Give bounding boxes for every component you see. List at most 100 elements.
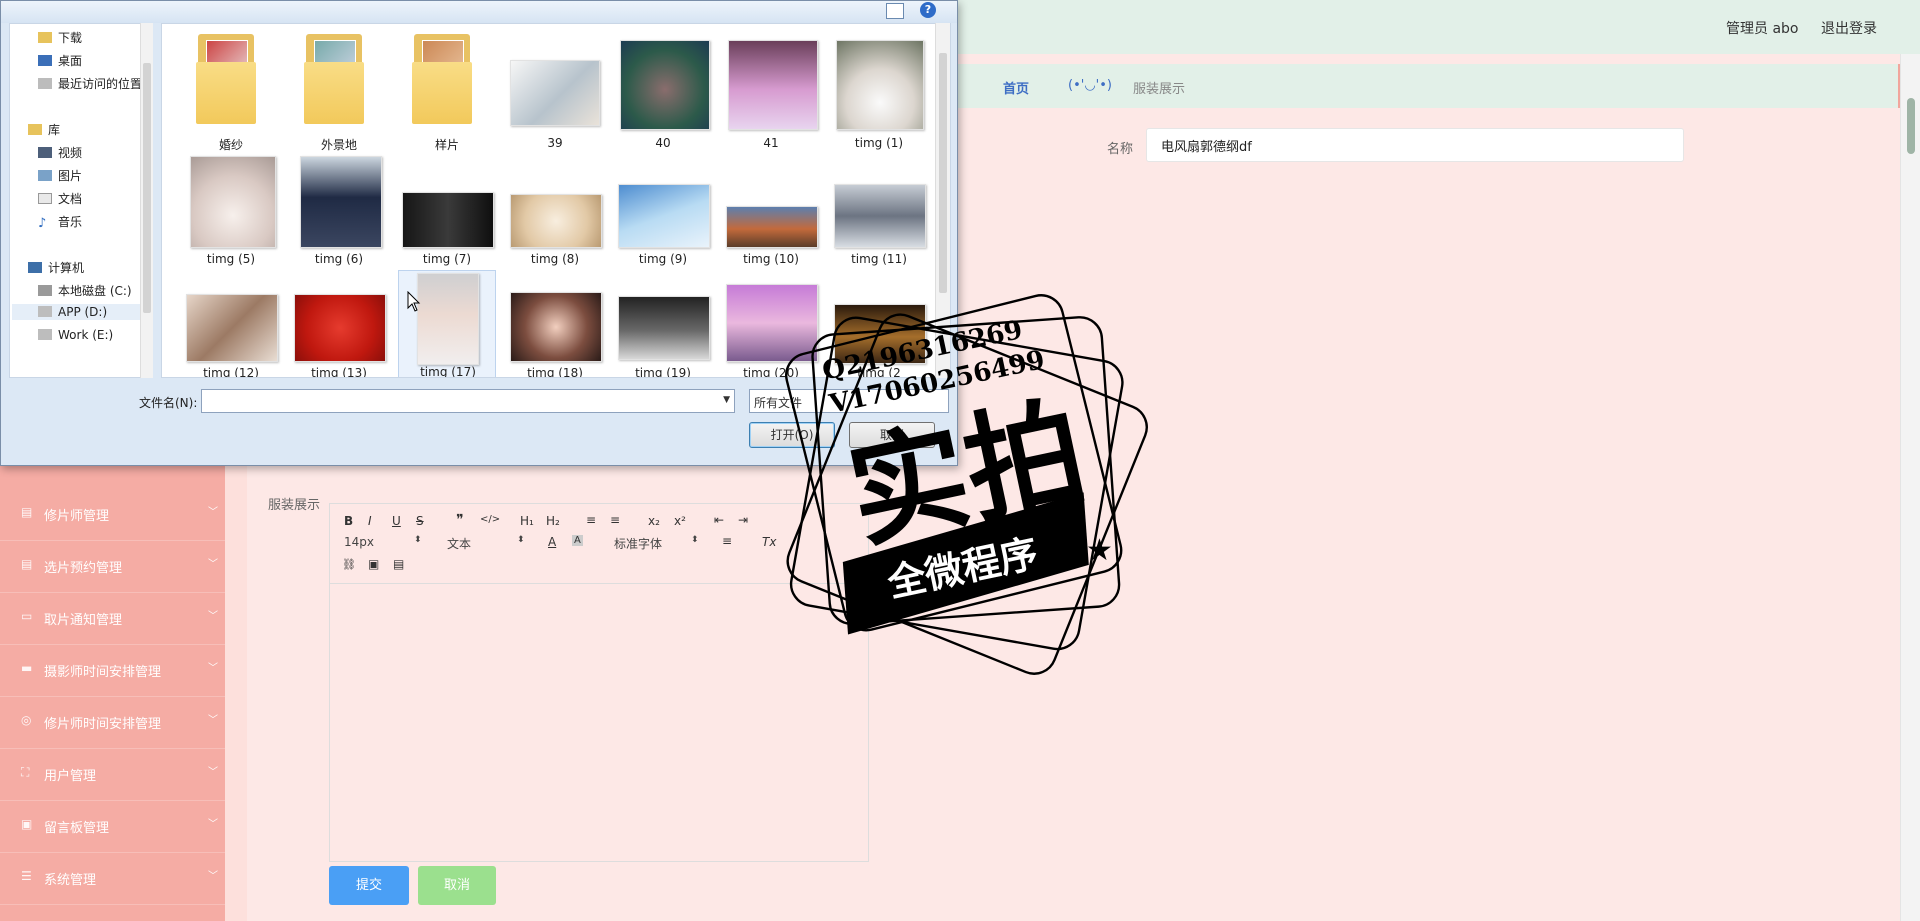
filename-input[interactable]: ▼ [201, 389, 735, 413]
file-image-timg-18[interactable]: timg (18) [506, 270, 604, 377]
file-folder-wedding[interactable]: 婚纱 [182, 30, 280, 152]
nav-pictures[interactable]: 图片 [38, 167, 82, 184]
sidebar-item-label: 摄影师时间安排管理 [44, 665, 162, 680]
file-list-scrollbar-thumb[interactable] [939, 53, 947, 293]
image-icon[interactable]: ▣ [368, 557, 379, 571]
file-image-timg-11[interactable]: timg (11) [830, 148, 928, 266]
file-folder-samples[interactable]: 样片 [398, 30, 496, 152]
scrollbar-thumb[interactable] [1907, 98, 1915, 154]
admin-username: 管理员 abo [1726, 21, 1799, 37]
italic-button[interactable]: I [368, 514, 372, 528]
file-image-39[interactable]: 39 [506, 30, 604, 150]
bullet-list-button[interactable]: ≡ [610, 513, 620, 527]
underline-button[interactable]: U [392, 514, 401, 528]
file-image-timg-5[interactable]: timg (5) [182, 148, 280, 266]
nav-scrollbar[interactable] [140, 23, 153, 378]
video-icon[interactable]: ▤ [393, 557, 404, 571]
submit-button[interactable]: 提交 [329, 866, 409, 905]
file-name: timg (17) [420, 365, 476, 378]
sidebar-item-label: 留言板管理 [44, 821, 110, 836]
subscript-button[interactable]: x₂ [648, 514, 660, 528]
nav-documents[interactable]: 文档 [38, 190, 82, 207]
font-color-button[interactable]: A [548, 535, 556, 549]
preview-pane-icon[interactable] [886, 3, 904, 19]
dropdown-arrow-icon[interactable]: ▼ [723, 395, 730, 405]
image-thumbnail [190, 156, 276, 248]
page-scrollbar[interactable] [1900, 54, 1920, 921]
sidebar-item-retoucher[interactable]: ▤ 修片师管理 ﹀ [0, 489, 225, 541]
nav-label: 库 [48, 123, 61, 137]
breadcrumb-home-link[interactable]: 首页 [1003, 78, 1029, 97]
nav-recent[interactable]: 最近访问的位置 [38, 75, 142, 92]
sidebar-item-retoucher-schedule[interactable]: ◎ 修片师时间安排管理 ﹀ [0, 697, 225, 749]
file-image-timg-19[interactable]: timg (19) [614, 270, 712, 377]
nav-drive-e[interactable]: Work (E:) [38, 328, 113, 342]
file-folder-location[interactable]: 外景地 [290, 30, 388, 152]
nav-downloads[interactable]: 下载 [38, 29, 82, 46]
ordered-list-button[interactable]: ≡ [586, 513, 596, 527]
file-image-timg-12[interactable]: timg (12) [182, 270, 280, 377]
documents-icon [38, 193, 52, 204]
bold-button[interactable]: B [344, 514, 353, 528]
link-icon[interactable]: ⛓ [342, 558, 356, 571]
pictures-icon [38, 170, 52, 181]
computer-icon [28, 262, 42, 273]
sliders-icon: ☰ [21, 869, 32, 883]
sidebar-item-system[interactable]: ☰ 系统管理 ﹀ [0, 853, 225, 905]
breadcrumb: 首页 (•'◡'•) 服装展示 [958, 64, 1902, 108]
superscript-button[interactable]: x² [674, 514, 686, 528]
nav-libraries[interactable]: 库 [28, 121, 60, 138]
nav-computer[interactable]: 计算机 [28, 259, 84, 276]
sidebar-item-message-board[interactable]: ▣ 留言板管理 ﹀ [0, 801, 225, 853]
nav-desktop[interactable]: 桌面 [38, 52, 82, 69]
file-image-timg-6[interactable]: timg (6) [290, 148, 388, 266]
navigation-pane: 下载 桌面 最近访问的位置 库 视频 图片 文档 ♪ 音乐 计算机 本地磁盘 (C… [9, 23, 152, 378]
file-image-timg-9[interactable]: timg (9) [614, 148, 712, 266]
clipboard-icon: ▣ [21, 817, 33, 831]
logout-link[interactable]: 退出登录 [1821, 18, 1877, 38]
sidebar-item-users[interactable]: ⛶ 用户管理 ﹀ [0, 749, 225, 801]
sidebar-item-photographer-schedule[interactable]: ▬ 摄影师时间安排管理 ﹀ [0, 645, 225, 697]
file-name: timg (10) [743, 252, 799, 266]
cancel-button[interactable]: 取消 [418, 866, 496, 905]
align-button[interactable]: ≡ [722, 534, 732, 548]
header-select-value: 文本 [447, 537, 472, 551]
file-image-40[interactable]: 40 [614, 30, 712, 150]
file-name: timg (6) [314, 252, 364, 266]
sidebar-item-selection-booking[interactable]: ▤ 选片预约管理 ﹀ [0, 541, 225, 593]
nav-drive-d[interactable]: APP (D:) [12, 304, 140, 320]
nav-drive-c[interactable]: 本地磁盘 (C:) [38, 282, 132, 299]
nav-music[interactable]: ♪ 音乐 [38, 213, 82, 230]
nav-videos[interactable]: 视频 [38, 144, 82, 161]
background-color-button[interactable]: A [572, 535, 583, 546]
nav-label: APP (D:) [58, 305, 108, 319]
file-image-41[interactable]: 41 [722, 30, 820, 150]
nav-scrollbar-thumb[interactable] [143, 63, 151, 313]
code-block-button[interactable]: </> [480, 514, 500, 525]
videos-icon [38, 147, 52, 158]
file-image-timg-8[interactable]: timg (8) [506, 148, 604, 266]
file-image-timg-1[interactable]: timg (1) [830, 30, 928, 150]
doc-icon: ▤ [21, 557, 33, 571]
select-arrows-icon: ⬍ [414, 535, 422, 545]
outdent-button[interactable]: ⇤ [714, 513, 724, 527]
file-name: timg (8) [530, 252, 580, 266]
music-icon: ♪ [38, 216, 47, 231]
header-select[interactable]: 文本 ⬍ [447, 535, 525, 552]
nav-label: 计算机 [48, 261, 85, 275]
globe-icon: ◎ [21, 713, 32, 727]
font-size-select[interactable]: 14px ⬍ [344, 535, 422, 549]
file-image-timg-13[interactable]: timg (13) [290, 270, 388, 377]
file-image-timg-17[interactable]: timg (17) [398, 270, 496, 378]
help-icon[interactable]: ? [920, 2, 936, 18]
header1-button[interactable]: H₁ [520, 514, 534, 528]
file-image-timg-10[interactable]: timg (10) [722, 148, 820, 266]
blockquote-button[interactable]: ❞ [456, 512, 464, 528]
file-image-timg-7[interactable]: timg (7) [398, 148, 496, 266]
font-family-select[interactable]: 标准字体 ⬍ [614, 535, 699, 552]
strike-button[interactable]: S [416, 514, 424, 528]
sidebar-item-pickup-notice[interactable]: ▭ 取片通知管理 ﹀ [0, 593, 225, 645]
header2-button[interactable]: H₂ [546, 514, 560, 528]
nav-label: 视频 [58, 146, 83, 160]
name-input[interactable] [1146, 128, 1684, 162]
